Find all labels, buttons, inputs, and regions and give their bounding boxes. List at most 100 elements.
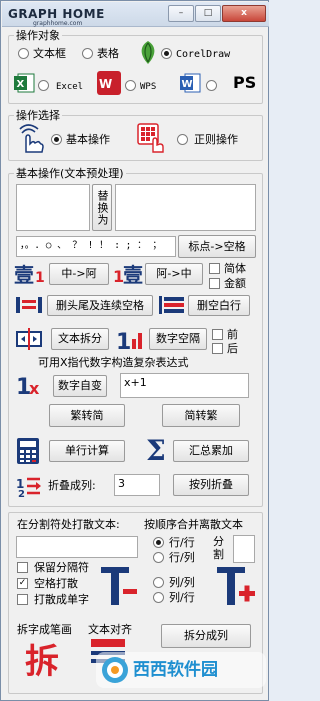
space-scatter-checkbox[interactable]: ✓	[17, 578, 28, 589]
col-row-radio[interactable]	[153, 592, 164, 603]
arabic-to-chinese-icon: 1 壹	[113, 263, 143, 286]
split-strokes-label: 拆字成笔画	[17, 623, 72, 636]
coreldraw-icon	[141, 41, 155, 64]
delete-blank-lines-button[interactable]: 删空白行	[188, 295, 250, 316]
basic-mode-radio[interactable]	[51, 134, 62, 145]
chinese-to-arabic-button[interactable]: 中->阿	[49, 263, 109, 285]
split-separator-field[interactable]	[16, 536, 138, 558]
fold-columns-icon: 1 2	[16, 477, 41, 498]
number-space-icon: 1	[116, 330, 142, 353]
target-group	[8, 35, 263, 104]
keep-separator-label: 保留分隔符	[34, 561, 89, 574]
watermark-text: 西西软件园	[133, 660, 218, 680]
col-col-radio[interactable]	[153, 577, 164, 588]
svg-text:x: x	[29, 379, 40, 398]
fold-columns-label: 折叠成列:	[48, 479, 96, 492]
word-icon: W	[180, 73, 201, 93]
replace-text-field[interactable]	[115, 184, 256, 231]
trim-spaces-icon	[16, 297, 42, 313]
svg-text:壹: 壹	[123, 263, 143, 286]
scatter-single-char-label: 打散成单字	[34, 593, 89, 606]
simplified-checkbox[interactable]	[209, 263, 220, 274]
maximize-button[interactable]: □	[195, 5, 221, 22]
row-col-radio[interactable]	[153, 552, 164, 563]
keep-separator-checkbox[interactable]	[17, 562, 28, 573]
regex-mode-label: 正则操作	[194, 133, 238, 146]
coreldraw-radio[interactable]	[161, 48, 172, 59]
svg-text:1: 1	[35, 270, 45, 286]
fold-columns-field[interactable]: 3	[114, 474, 160, 496]
svg-text:W: W	[182, 79, 193, 90]
sum-accumulate-button[interactable]: 汇总累加	[173, 440, 249, 462]
row-row-radio[interactable]	[153, 537, 164, 548]
minimize-button[interactable]: –	[168, 5, 194, 22]
sigma-sum-icon: Σ	[146, 435, 166, 465]
after-label: 后	[227, 342, 238, 355]
regex-grid-icon	[137, 123, 164, 153]
svg-text:X: X	[17, 79, 25, 90]
merge-caption: 按顺序合并离散文本	[144, 518, 243, 531]
divider-field[interactable]	[233, 535, 255, 563]
ps-label: PS	[233, 73, 257, 92]
text-merge-t-icon	[217, 567, 255, 605]
watermark-badge: 西西软件园	[96, 652, 266, 688]
mode-group-label: 操作选择	[14, 109, 62, 122]
arabic-to-chinese-button[interactable]: 阿->中	[145, 263, 203, 285]
simplified-to-traditional-button[interactable]: 简转繁	[162, 404, 240, 427]
title-bar[interactable]: GRAPH HOME graphhome.com – □ x	[2, 2, 269, 27]
simplified-label: 简体	[224, 262, 246, 275]
punct-to-space-button[interactable]: 标点->空格	[178, 235, 256, 258]
split-strokes-icon: 拆	[25, 642, 59, 679]
text-align-label: 文本对齐	[88, 623, 132, 636]
amount-checkbox[interactable]	[209, 278, 220, 289]
scatter-single-char-checkbox[interactable]	[17, 594, 28, 605]
table-label: 表格	[97, 47, 119, 60]
table-radio[interactable]	[82, 48, 93, 59]
close-button[interactable]: x	[222, 5, 266, 22]
svg-text:1: 1	[116, 330, 131, 353]
chinese-to-arabic-icon: 壹 1	[14, 263, 45, 286]
svg-text:Σ: Σ	[146, 435, 166, 465]
row-row-label: 行/行	[169, 536, 195, 549]
basic-group-label: 基本操作(文本预处理)	[14, 167, 126, 180]
replace-with-button[interactable]: 替换为	[92, 184, 112, 231]
excel-label: Excel	[56, 82, 84, 92]
touch-hand-icon	[19, 124, 44, 153]
regex-mode-radio[interactable]	[177, 134, 188, 145]
trim-spaces-button[interactable]: 删头尾及连续空格	[47, 295, 153, 316]
wps-radio[interactable]	[125, 80, 136, 91]
wps-label: WPS	[140, 82, 157, 92]
app-logo-subtitle: graphhome.com	[33, 20, 83, 27]
calculator-icon	[17, 438, 39, 464]
split-to-columns-button[interactable]: 拆分成列	[161, 624, 251, 648]
col-row-label: 列/行	[169, 591, 195, 604]
wps-icon: W	[97, 71, 121, 95]
number-increment-button[interactable]: 数字自变	[53, 375, 107, 397]
split-text-button[interactable]: 文本拆分	[51, 328, 109, 350]
expression-caption: 可用X指代数字构造复杂表达式	[38, 356, 189, 369]
number-space-button[interactable]: 数字空隔	[149, 328, 207, 350]
textbox-radio[interactable]	[18, 48, 29, 59]
after-checkbox[interactable]	[212, 343, 223, 354]
before-label: 前	[227, 328, 238, 341]
delete-blank-lines-icon	[159, 296, 184, 314]
word-radio[interactable]	[206, 80, 217, 91]
svg-text:2: 2	[18, 489, 25, 498]
expression-field[interactable]: x+1	[120, 373, 249, 398]
before-checkbox[interactable]	[212, 329, 223, 340]
find-text-field[interactable]	[16, 184, 90, 231]
punctuation-field[interactable]: ，。. ○ 、 ？ ! ！ : ; ： ；	[16, 236, 176, 257]
watermark-logo-icon	[102, 657, 128, 683]
split-caption: 在分割符处打散文本:	[17, 518, 120, 531]
divider-label: 分割	[213, 535, 224, 561]
svg-text:壹: 壹	[14, 263, 34, 286]
excel-radio[interactable]	[38, 80, 49, 91]
target-group-label: 操作对象	[14, 29, 62, 42]
split-text-icon	[16, 328, 42, 350]
fold-by-list-button[interactable]: 按列折叠	[173, 474, 249, 496]
svg-text:W: W	[99, 77, 112, 91]
single-line-calc-button[interactable]: 单行计算	[49, 440, 125, 462]
text-split-t-icon	[101, 567, 137, 605]
traditional-to-simplified-button[interactable]: 繁转简	[49, 404, 125, 427]
space-scatter-label: 空格打散	[34, 577, 78, 590]
